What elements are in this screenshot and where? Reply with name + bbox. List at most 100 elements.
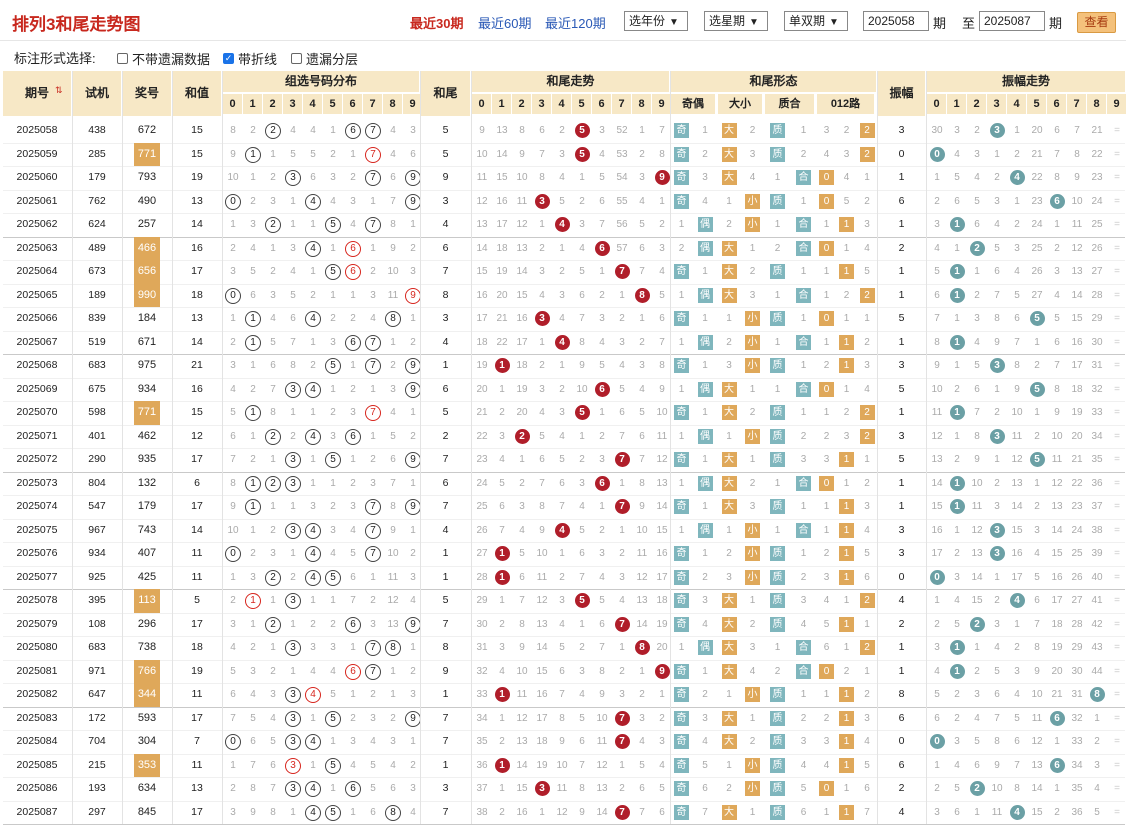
amp-trend-cell: 7 (1007, 331, 1027, 355)
trend-miss: 6 (579, 290, 585, 301)
year-select[interactable]: 选年份▼ (624, 11, 688, 31)
trend-cell: 6 (492, 495, 512, 519)
shape-mark: 奇 (674, 617, 689, 632)
dist-cell: 1 (283, 495, 303, 519)
amp-miss: 17 (931, 548, 942, 559)
trend-cell: 14 (512, 754, 532, 778)
sum-cell: 16 (173, 237, 221, 261)
shape-cell: 1 (718, 190, 740, 214)
test-number-cell: 839 (73, 307, 121, 331)
shape-mark: 小 (745, 429, 760, 444)
draw-number-cell: 975 (123, 354, 171, 378)
dist-miss: 1 (410, 219, 416, 230)
dist-miss: 5 (230, 407, 236, 418)
trend-miss: 1 (619, 642, 625, 653)
shape-cell: 1 (837, 307, 856, 331)
amp-trend-cell: 11 (1027, 707, 1047, 731)
draw-number-cell: 132 (123, 472, 171, 496)
shape-cell: 小 (741, 566, 764, 590)
week-select[interactable]: 选星期▼ (704, 11, 768, 31)
no-omission-checkbox[interactable]: 不带遗漏数据 (117, 49, 210, 68)
amp-miss: = (1114, 595, 1120, 606)
test-number-cell: 438 (73, 119, 121, 143)
dist-miss: 2 (250, 384, 256, 395)
shape-cell: 奇 (671, 542, 692, 566)
trend-cell: 14 (472, 237, 492, 261)
layer-checkbox[interactable]: 遗漏分层 (291, 49, 358, 68)
shape-cell: 2 (693, 683, 717, 707)
amp-miss: 6 (974, 384, 980, 395)
trend-cell: 52 (612, 119, 632, 143)
dist-miss: 10 (387, 266, 398, 277)
amp-miss: 5 (994, 666, 1000, 677)
amp-ball: 1 (950, 264, 965, 279)
sort-icon[interactable]: ⇅ (55, 85, 63, 96)
amp-miss: 8 (1054, 172, 1060, 183)
trend-cell: 3 (492, 636, 512, 660)
amp-miss: = (1114, 736, 1120, 747)
amp-trend-cell: 1 (947, 307, 967, 331)
quick-60-link[interactable]: 最近60期 (478, 13, 531, 32)
shape-mark: 奇 (674, 147, 689, 162)
shape-miss: 3 (750, 290, 756, 301)
amp-miss: 37 (1091, 501, 1102, 512)
dist-miss: 3 (410, 689, 416, 700)
dist-hit: 7 (365, 147, 381, 163)
amp-miss: 1 (974, 642, 980, 653)
trend-miss: 15 (536, 666, 547, 677)
parity-select[interactable]: 单双期▼ (784, 11, 848, 31)
shape-cell: 质 (765, 589, 790, 613)
amp-miss: 26 (1091, 243, 1102, 254)
shape-cell: 4 (693, 613, 717, 637)
trend-miss: 16 (536, 689, 547, 700)
quick-120-link[interactable]: 最近120期 (545, 13, 606, 32)
to-period-input[interactable]: 2025087 (979, 11, 1045, 31)
shape-cell: 5 (693, 754, 717, 778)
query-button[interactable]: 查看 (1077, 12, 1116, 33)
from-period-input[interactable]: 2025058 (863, 11, 929, 31)
amp-miss: = (1114, 478, 1120, 489)
digit-header: 3 (283, 94, 302, 114)
shape-cell: 1 (791, 307, 816, 331)
line-checkbox[interactable]: ✓带折线 (223, 49, 277, 68)
trend-cell: 3 (572, 472, 592, 496)
dist-cell: 2 (263, 660, 283, 684)
amp-miss: 11 (932, 407, 942, 418)
quick-30-link[interactable]: 最近30期 (410, 13, 463, 32)
trend-miss: 2 (539, 243, 545, 254)
draw-number-cell: 935 (123, 448, 171, 472)
dist-miss: 9 (390, 525, 396, 536)
trend-cell: 10 (512, 660, 532, 684)
trend-cell: 5 (632, 754, 652, 778)
sum-cell: 17 (173, 801, 221, 825)
trend-miss: 1 (619, 478, 625, 489)
trend-miss: 1 (579, 431, 585, 442)
dist-hit: 2 (265, 617, 281, 633)
shape-cell: 3 (837, 425, 856, 449)
checkbox-checked-icon: ✓ (223, 53, 234, 64)
dist-miss: 1 (310, 337, 316, 348)
amp-trend-cell: 1 (1087, 707, 1107, 731)
shape-cell: 2 (857, 331, 877, 355)
dist-miss: 7 (350, 595, 356, 606)
shape-mark: 质 (770, 805, 785, 820)
amp-trend-cell: 24 (1067, 519, 1087, 543)
dist-hit: 2 (265, 123, 281, 139)
dist-miss: 5 (270, 337, 276, 348)
dist-cell: 3 (283, 707, 303, 731)
shape-mark: 大 (722, 664, 737, 679)
amp-trend-cell: 1 (987, 378, 1007, 402)
amp-miss: 4 (1034, 548, 1040, 559)
dist-cell: 5 (243, 260, 263, 284)
dist-cell: 3 (283, 472, 303, 496)
dist-cell: 8 (223, 472, 243, 496)
trend-cell: 16 (512, 307, 532, 331)
trend-cell: 13 (532, 613, 552, 637)
dist-miss: 4 (310, 666, 316, 677)
shape-miss: 4 (864, 243, 870, 254)
tail-cell: 3 (421, 307, 470, 331)
dist-cell: 2 (343, 166, 363, 190)
shape-cell: 质 (765, 143, 790, 167)
amp-trend-cell: 3 (1027, 519, 1047, 543)
trend-cell: 3 (532, 190, 552, 214)
